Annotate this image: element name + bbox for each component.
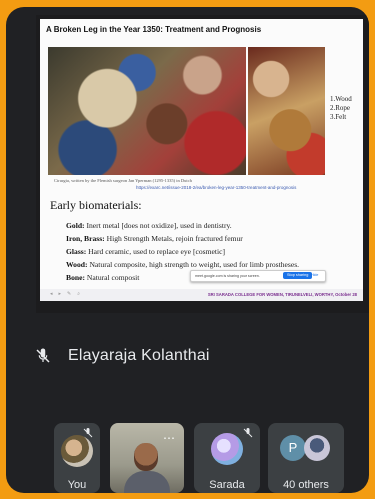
meet-window: A Broken Leg in the Year 1350: Treatment…: [6, 7, 369, 493]
hide-button[interactable]: Hide: [311, 273, 318, 277]
avatar: [211, 433, 243, 465]
material-desc: Natural composite, high strength to weig…: [89, 260, 300, 269]
slide-controls: ◂ ▸ ✎ ⌕: [50, 291, 80, 297]
image-caption: Cirurgia, written by the Flemish surgeon…: [54, 178, 192, 183]
stop-sharing-button[interactable]: Stop sharing: [283, 272, 313, 279]
presenter-label: Elayaraja Kolanthai: [34, 347, 210, 365]
mic-off-icon: [243, 428, 253, 438]
material-name: Gold:: [66, 221, 85, 230]
material-name: Bone:: [66, 273, 85, 282]
legend: 1.Wood 2.Rope 3.Felt: [330, 95, 352, 122]
avatar-letter: P: [280, 435, 306, 461]
mic-off-icon: [83, 428, 93, 438]
footer-text: SRI SARADA COLLEGE FOR WOMEN, TIRUNELVEL…: [207, 292, 357, 297]
material-desc: Natural composit: [86, 273, 140, 282]
participant-tile-others[interactable]: P 40 others: [268, 423, 344, 493]
more-options-icon[interactable]: ⋯: [163, 431, 176, 445]
list-item: Glass: Hard ceramic, used to replace eye…: [66, 245, 299, 258]
legend-item: 1.Wood: [330, 95, 352, 103]
participant-tile-you[interactable]: You: [54, 423, 100, 493]
participant-face: [134, 443, 158, 471]
tile-label: Sarada: [209, 479, 245, 491]
next-slide-icon[interactable]: ▸: [59, 291, 62, 297]
tile-label: 40 others: [283, 479, 329, 491]
slide-heading: Early biomaterials:: [50, 198, 142, 212]
screen-share-notice: meet.google.com is sharing your screen. …: [190, 270, 326, 282]
material-desc: High Strength Metals, rejoin fractured f…: [106, 234, 243, 243]
pen-icon[interactable]: ✎: [67, 291, 71, 297]
material-desc: Hard ceramic, used to replace eye [cosme…: [88, 247, 225, 256]
slide-title: A Broken Leg in the Year 1350: Treatment…: [46, 25, 262, 34]
material-name: Glass:: [66, 247, 87, 256]
participant-tile-sarada[interactable]: Sarada: [194, 423, 260, 493]
source-link[interactable]: https://exarc.net/issue-2018-2/ea/broken…: [136, 185, 296, 190]
tile-label: You: [67, 479, 87, 491]
list-item: Iron, Brass: High Strength Metals, rejoi…: [66, 232, 299, 245]
legend-item: 3.Felt: [330, 113, 347, 121]
share-notice-text: meet.google.com is sharing your screen.: [195, 274, 260, 278]
zoom-icon[interactable]: ⌕: [77, 291, 80, 297]
mic-off-icon: [36, 348, 50, 363]
presentation-area[interactable]: A Broken Leg in the Year 1350: Treatment…: [36, 15, 369, 313]
legend-item: 2.Rope: [330, 104, 351, 112]
material-desc: Inert metal [does not oxidize], used in …: [86, 221, 232, 230]
prev-slide-icon[interactable]: ◂: [50, 291, 53, 297]
slide: A Broken Leg in the Year 1350: Treatment…: [40, 19, 363, 301]
participant-tile-video[interactable]: ⋯: [110, 423, 184, 493]
material-name: Wood:: [66, 260, 88, 269]
manuscript-illustration-left: [48, 47, 246, 175]
slide-footer: SRI SARADA COLLEGE FOR WOMEN, TIRUNELVEL…: [40, 289, 363, 301]
avatar: [304, 435, 330, 461]
material-name: Iron, Brass:: [66, 234, 105, 243]
avatar: [61, 435, 93, 467]
presenter-name: Elayaraja Kolanthai: [68, 347, 210, 364]
list-item: Gold: Inert metal [does not oxidize], us…: [66, 219, 299, 232]
manuscript-illustration-right: [248, 47, 325, 175]
participant-body: [124, 471, 170, 493]
